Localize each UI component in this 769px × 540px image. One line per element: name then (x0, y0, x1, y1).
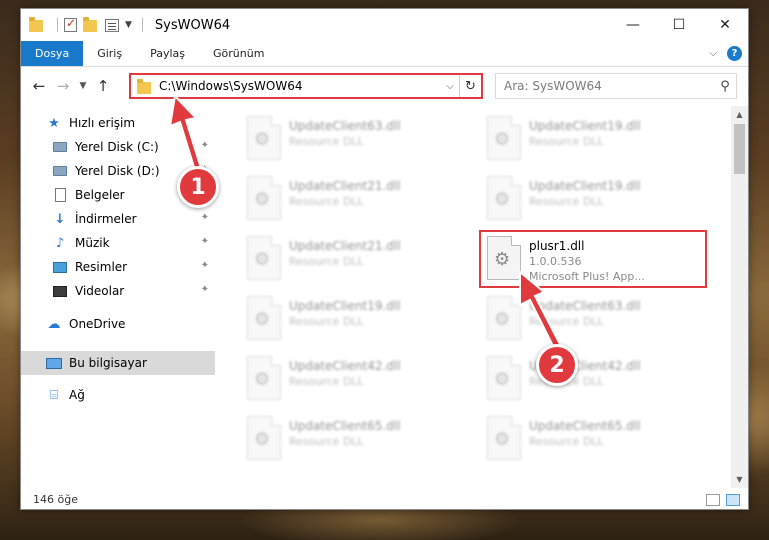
arrow-2-icon (519, 269, 564, 354)
step-2-badge: 2 (536, 344, 578, 386)
annotation-arrows (168, 93, 564, 354)
step-1-badge: 1 (177, 166, 219, 208)
